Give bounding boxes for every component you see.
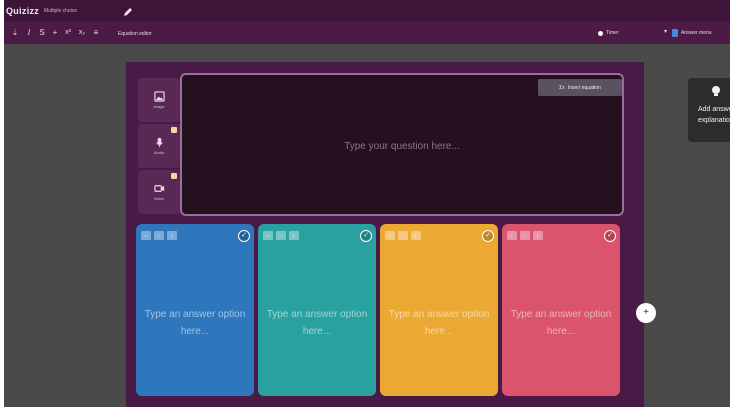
timer-label: Timer [606,30,619,36]
delete-answer-icon[interactable]: ▪ [385,231,395,240]
correct-answer-toggle[interactable]: ✓ [238,230,250,242]
delete-answer-icon[interactable]: ▪ [263,231,273,240]
premium-badge [171,173,177,179]
lightbulb-icon [710,84,722,96]
add-answer-option-button[interactable]: + [636,303,656,323]
question-type-label[interactable]: Multiple choice [44,8,77,14]
hint-line-2: explanation [698,117,730,124]
add-image-button[interactable]: Image [138,78,180,122]
answer-option-card[interactable]: ▪ ▫ ƒ ✓ Type an answer option here... [136,224,254,396]
equation-icon[interactable]: ƒ [533,231,543,240]
clock-icon [598,30,603,36]
answer-mode-select[interactable]: Answer menu [672,29,712,37]
question-placeholder: Type your question here... [344,141,460,152]
image-label: Image [153,104,165,109]
premium-badge [171,127,177,133]
format-toolbar: ⇣ I S + x² x₂ ≡ Equation editor Timer ▾ … [4,22,730,44]
editor-window: Quizizz Multiple choice ⇣ I S + x² x₂ ≡ … [4,0,730,407]
italic-icon[interactable]: I [24,27,34,38]
answer-mode-label: Answer menu [681,30,712,36]
image-icon [153,91,165,102]
insert-equation-button[interactable]: Σx Insert equation [538,79,622,96]
delete-answer-icon[interactable]: ▪ [507,231,517,240]
delete-answer-icon[interactable]: ▪ [141,231,151,240]
answer-option-card[interactable]: ▪ ▫ ƒ ✓ Type an answer option here... [502,224,620,396]
video-icon [153,185,164,192]
timer-select[interactable]: Timer [598,29,619,37]
chevron-down-icon[interactable]: ▾ [664,28,667,35]
hint-line-1: Add answer [698,106,730,113]
insert-equation-label: Insert equation [567,84,601,91]
app-logo[interactable]: Quizizz [6,6,39,16]
strikethrough-icon[interactable]: S [37,27,47,38]
answer-mode-icon [672,29,678,37]
equation-icon[interactable]: ƒ [411,231,421,240]
answer-option-card[interactable]: ▪ ▫ ƒ ✓ Type an answer option here... [258,224,376,396]
equation-icon[interactable]: ƒ [289,231,299,240]
question-input[interactable]: Σx Insert equation Type your question he… [180,73,624,216]
add-audio-button[interactable]: Audio [138,124,180,168]
correct-answer-toggle[interactable]: ✓ [604,230,616,242]
upload-icon[interactable]: ⇣ [10,27,20,38]
answer-option-placeholder: Type an answer option here... [144,309,246,337]
mic-icon [155,137,163,148]
subscript-icon[interactable]: x₂ [77,27,87,38]
answer-option-placeholder: Type an answer option here... [510,309,612,337]
answer-option-placeholder: Type an answer option here... [266,309,368,337]
equation-editor-button[interactable]: Equation editor [118,31,152,37]
add-video-button[interactable]: Video [138,170,180,214]
answer-option-placeholder: Type an answer option here... [388,309,490,337]
answer-explanation-panel[interactable]: Add answer explanation [688,78,730,142]
video-label: Video [153,196,165,201]
image-upload-icon[interactable]: ▫ [520,231,530,240]
correct-answer-toggle[interactable]: ✓ [360,230,372,242]
list-icon[interactable]: ≡ [91,27,101,38]
correct-answer-toggle[interactable]: ✓ [482,230,494,242]
top-bar: Quizizz Multiple choice [4,0,730,22]
equation-icon[interactable]: ƒ [167,231,177,240]
bold-icon[interactable]: + [50,27,60,38]
edit-pencil-icon[interactable] [122,5,134,17]
audio-label: Audio [153,150,165,155]
image-upload-icon[interactable]: ▫ [154,231,164,240]
sigma-icon: Σx [559,84,565,91]
image-upload-icon[interactable]: ▫ [276,231,286,240]
answer-option-card[interactable]: ▪ ▫ ƒ ✓ Type an answer option here... [380,224,498,396]
superscript-icon[interactable]: x² [63,27,73,38]
image-upload-icon[interactable]: ▫ [398,231,408,240]
